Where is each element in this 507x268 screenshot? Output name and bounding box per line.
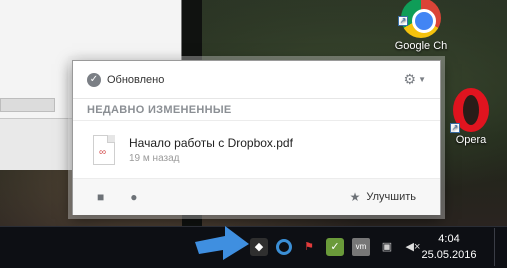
desktop-icon-label: Opera	[455, 134, 487, 146]
scrollbar-thumb[interactable]	[0, 98, 55, 112]
system-clock[interactable]: 4:04 25.05.2016	[421, 231, 477, 263]
flag-tray-icon[interactable]: ⚑	[300, 238, 318, 256]
dropbox-popup: ✓ Обновлено ⚙ ▼ НЕДАВНО ИЗМЕНЕННЫЕ ∞ Нач…	[72, 60, 441, 215]
sync-status: Обновлено	[107, 73, 165, 86]
popup-footer: ■ ● ★ Улучшить	[73, 179, 440, 215]
settings-button[interactable]: ⚙ ▼	[404, 71, 426, 88]
gear-icon: ⚙	[403, 71, 417, 87]
vm-tray-icon[interactable]: vm	[352, 238, 370, 256]
desktop-icon-label: Google Ch	[394, 40, 448, 52]
clock-time: 4:04	[438, 233, 460, 245]
file-name[interactable]: Начало работы с Dropbox.pdf	[129, 136, 293, 150]
volume-muted-icon[interactable]: ◀×	[404, 238, 422, 256]
desktop-icon-chrome[interactable]: ↗ Google Ch	[386, 0, 456, 52]
pdf-file-icon: ∞	[93, 134, 115, 165]
pointer-arrow-icon	[195, 226, 249, 260]
recent-file-item[interactable]: ∞ Начало работы с Dropbox.pdf 19 м назад	[73, 121, 440, 179]
dropbox-tray-icon[interactable]: ◆	[250, 238, 268, 256]
check-icon: ✓	[87, 72, 101, 87]
section-title: НЕДАВНО ИЗМЕНЕННЫЕ	[73, 99, 440, 121]
show-desktop-button[interactable]	[494, 228, 504, 266]
network-tray-icon[interactable]: ▣	[378, 238, 396, 256]
globe-icon[interactable]: ●	[130, 190, 137, 204]
file-time: 19 м назад	[129, 152, 180, 164]
chevron-down-icon: ▼	[418, 75, 426, 84]
security-tray-icon[interactable]: ✓	[326, 238, 344, 256]
q-tray-icon[interactable]	[276, 239, 292, 255]
upgrade-button[interactable]: ★ Улучшить	[350, 190, 416, 204]
upgrade-label: Улучшить	[366, 191, 416, 203]
shortcut-arrow-icon: ↗	[450, 123, 460, 133]
popup-header: ✓ Обновлено ⚙ ▼	[73, 61, 440, 99]
clock-date: 25.05.2016	[421, 249, 477, 261]
desktop-icon-opera[interactable]: ↗ Opera	[436, 88, 506, 146]
folder-icon[interactable]: ■	[97, 190, 104, 204]
system-tray: ◆ ⚑ ✓ vm ▣ ◀×	[250, 236, 430, 258]
star-icon: ★	[349, 190, 361, 204]
shortcut-arrow-icon: ↗	[398, 16, 408, 26]
